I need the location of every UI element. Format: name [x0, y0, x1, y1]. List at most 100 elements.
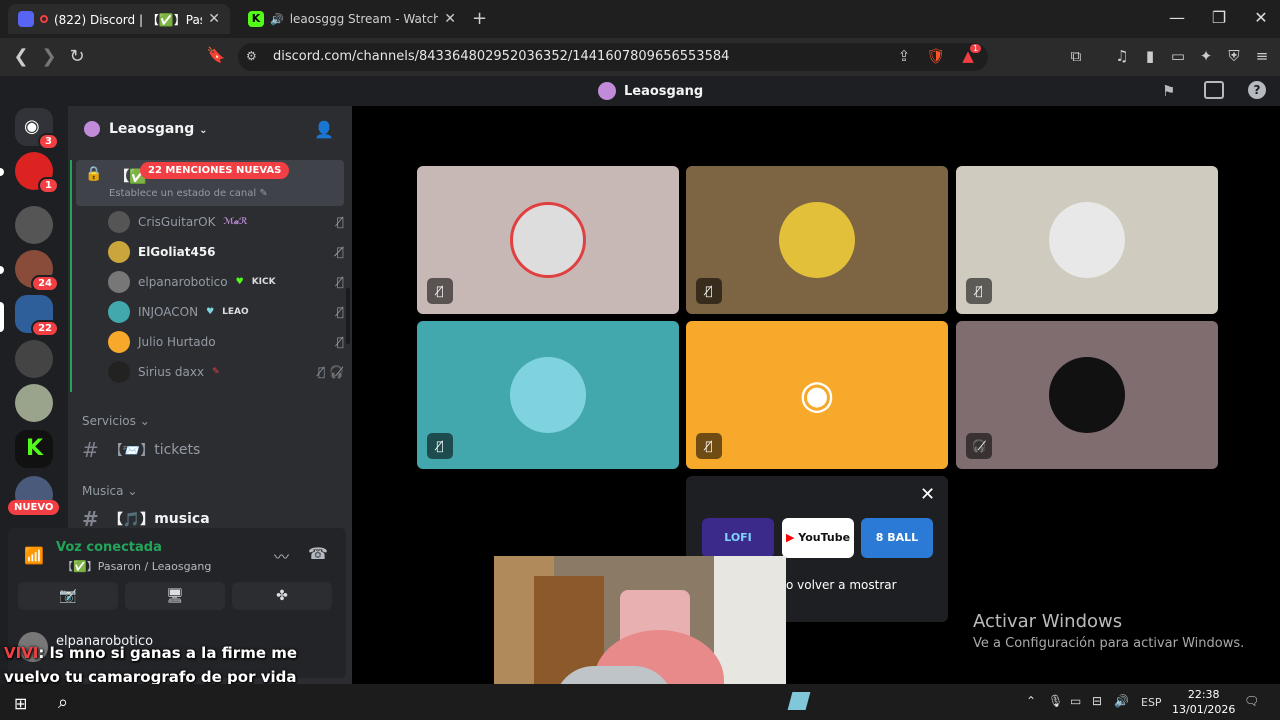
- guild-icon-leaosgang[interactable]: 22: [15, 295, 59, 337]
- hash-icon: #: [82, 438, 99, 462]
- new-tab-button[interactable]: +: [472, 8, 487, 29]
- reload-icon[interactable]: ↻: [65, 46, 89, 67]
- tab-kick-stream[interactable]: K 🔊 leaosggg Stream - Watch Live on ✕: [238, 4, 466, 34]
- inbox-icon[interactable]: [1204, 81, 1224, 99]
- noise-suppression-icon[interactable]: 〰: [274, 546, 289, 567]
- forward-icon[interactable]: ❯: [37, 46, 61, 67]
- notifications-icon[interactable]: 🗨: [1244, 694, 1259, 708]
- user-tag: ℳ𝒶ℛ: [223, 217, 248, 227]
- participant-tile[interactable]: 🎧̸: [956, 321, 1218, 469]
- chevron-up-icon[interactable]: ⌃: [1026, 694, 1036, 708]
- server-avatar: [84, 121, 100, 137]
- voice-user[interactable]: ElGoliat456 🎙̸: [108, 238, 344, 266]
- activity-youtube[interactable]: ▶ YouTube: [782, 518, 854, 558]
- mic-muted-icon: 🎙̸: [336, 275, 344, 289]
- activities-button[interactable]: ✤: [232, 582, 332, 610]
- selected-pill: [0, 302, 4, 332]
- voice-user-name: Sirius daxx: [138, 365, 205, 379]
- rewards-badge: 1: [970, 44, 982, 53]
- voice-user[interactable]: INJOACON ♥ LEAO 🎙̸: [108, 298, 344, 326]
- voice-user-name: INJOACON: [138, 305, 199, 319]
- server-icon: [598, 82, 616, 100]
- back-icon[interactable]: ❮: [9, 46, 33, 67]
- close-icon[interactable]: ✕: [920, 484, 935, 505]
- avatar: [108, 331, 130, 353]
- volume-icon[interactable]: 🔊: [1114, 694, 1129, 708]
- microphone-icon[interactable]: 🎙: [1048, 694, 1063, 708]
- network-icon[interactable]: ⊟: [1092, 694, 1102, 708]
- add-member-icon[interactable]: 👤: [314, 120, 334, 139]
- channel-tickets-name: tickets: [154, 442, 201, 458]
- language-indicator[interactable]: ESP: [1141, 696, 1162, 709]
- category-servicios[interactable]: Servicios ⌄: [82, 414, 150, 428]
- participant-tile[interactable]: 🎙̸: [956, 166, 1218, 314]
- windows-start-icon[interactable]: ⊞: [14, 694, 27, 713]
- server-title: Leaosgang: [598, 82, 703, 100]
- mic-muted-icon: 🎙̸: [336, 215, 344, 229]
- mic-muted-icon: 🎙̸: [336, 335, 344, 349]
- share-icon[interactable]: ⇪: [894, 47, 914, 65]
- mic-muted-icon: 🎙̸: [966, 278, 992, 304]
- nuevo-badge: NUEVO: [8, 500, 60, 515]
- voice-user[interactable]: Julio Hurtado 🎙̸: [108, 328, 344, 356]
- category-musica[interactable]: Musica ⌄: [82, 484, 137, 498]
- kick-guild-icon[interactable]: K: [15, 430, 53, 468]
- search-icon[interactable]: ⌕: [58, 692, 68, 713]
- minimize-icon[interactable]: —: [1162, 8, 1192, 27]
- bookmark-icon[interactable]: 🔖: [204, 46, 228, 64]
- voice-user[interactable]: CrisGuitarOK ℳ𝒶ℛ 🎙̸: [108, 208, 344, 236]
- participant-tile[interactable]: 🎙̸: [686, 166, 948, 314]
- audio-icon: 🔊: [270, 12, 284, 26]
- guild-icon[interactable]: 1: [15, 152, 59, 194]
- channel-tickets[interactable]: # 【📨】 tickets: [82, 438, 200, 462]
- voice-location[interactable]: 【✅】Pasaron / Leaosgang: [62, 558, 211, 574]
- leo-ai-icon[interactable]: ✦: [1196, 47, 1216, 65]
- channel-status[interactable]: Establece un estado de canal ✎: [109, 188, 268, 199]
- activity-8ball[interactable]: 8 BALL: [861, 518, 933, 558]
- maximize-icon[interactable]: ❐: [1204, 8, 1234, 27]
- camera-toggle-button[interactable]: 📷̸: [18, 582, 118, 610]
- avatar: [108, 271, 130, 293]
- activity-lofi[interactable]: LOFI: [702, 518, 774, 558]
- battery-icon[interactable]: ▭: [1070, 694, 1081, 708]
- guild-icon[interactable]: [15, 206, 53, 244]
- server-name[interactable]: Leaosgang ⌄: [109, 121, 208, 137]
- clock[interactable]: 22:38 13/01/2026: [1172, 687, 1235, 717]
- signal-icon[interactable]: 📶: [24, 546, 44, 565]
- new-mentions-banner[interactable]: 22 MENCIONES NUEVAS: [140, 162, 290, 179]
- url-text[interactable]: discord.com/channels/843364802952036352/…: [273, 49, 729, 64]
- vpn-icon[interactable]: ⛨: [1224, 47, 1244, 65]
- chat-author: VIVI: [4, 644, 39, 662]
- site-settings-icon[interactable]: ⚙: [246, 49, 257, 63]
- stream-chat-overlay: VIVI: ls mno si ganas a la firme me vuel…: [4, 641, 349, 689]
- wallet-icon[interactable]: ▭: [1168, 47, 1188, 65]
- tab-discord[interactable]: (822) Discord | 【✅】Pasaron ✕: [8, 4, 230, 34]
- windows-taskbar: [0, 684, 1280, 720]
- voice-user[interactable]: Sirius daxx ✎ 🎙̸ 🎧̸: [108, 358, 344, 386]
- guild-icon[interactable]: 24: [15, 250, 59, 292]
- dont-show-again-text[interactable]: o volver a mostrar: [786, 578, 897, 592]
- guild-icon[interactable]: [15, 340, 53, 378]
- brave-shields-icon[interactable]: 🛡: [926, 47, 946, 65]
- participant-tile[interactable]: 🎙̸: [417, 321, 679, 469]
- channel-scrollbar[interactable]: [346, 288, 350, 344]
- guild-icon[interactable]: [15, 384, 53, 422]
- discord-home-icon[interactable]: ◉ 3: [15, 108, 59, 150]
- recording-icon: [40, 15, 48, 23]
- disconnect-icon[interactable]: ☎: [308, 544, 328, 563]
- close-tab-icon[interactable]: ✕: [208, 11, 220, 27]
- menu-icon[interactable]: ≡: [1252, 47, 1272, 65]
- screen-share-button[interactable]: 🖥: [125, 582, 225, 610]
- sidebar-icon[interactable]: ▮: [1140, 47, 1160, 65]
- voice-user[interactable]: elpanarobotico ♥ KICK 🎙̸: [108, 268, 344, 296]
- help-icon[interactable]: ?: [1248, 81, 1266, 99]
- close-tab-icon[interactable]: ✕: [444, 11, 456, 27]
- flag-icon[interactable]: ⚑: [1162, 82, 1175, 100]
- media-icon[interactable]: ♫: [1112, 47, 1132, 65]
- participant-tile[interactable]: 🎙̸: [417, 166, 679, 314]
- participant-tile[interactable]: ◉ 🎙̸: [686, 321, 948, 469]
- close-window-icon[interactable]: ✕: [1246, 8, 1276, 27]
- tab-search-icon[interactable]: ⧉: [1066, 47, 1086, 65]
- avatar: [510, 202, 586, 278]
- voice-status[interactable]: Voz conectada: [56, 540, 162, 555]
